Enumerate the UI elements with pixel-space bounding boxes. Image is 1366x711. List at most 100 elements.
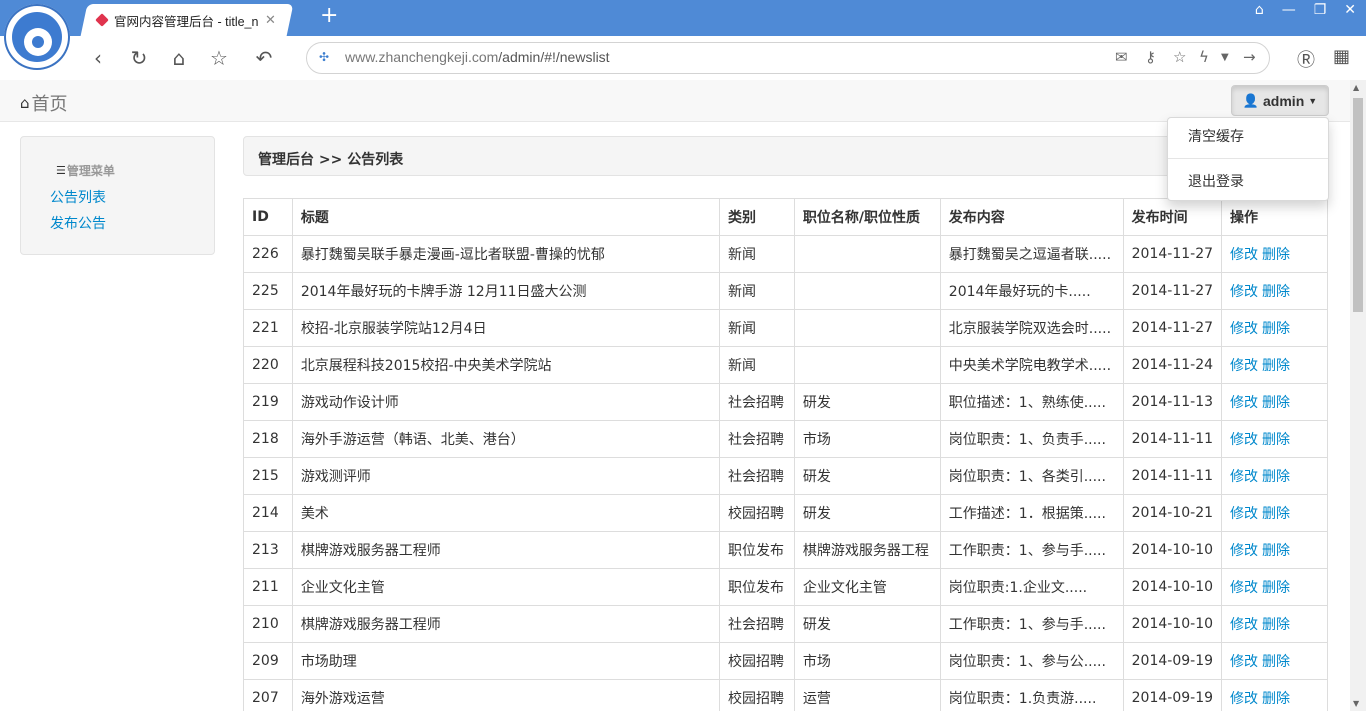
cell-position: [793, 309, 941, 347]
delete-link[interactable]: 删除: [1262, 654, 1290, 670]
tab-title: 官网内容管理后台 - title_n: [114, 14, 259, 29]
delete-link[interactable]: 删除: [1262, 247, 1290, 263]
sidebar-item-notice-list[interactable]: 公告列表: [50, 187, 106, 207]
bookmark-star-icon[interactable]: ☆: [207, 46, 231, 70]
cell-category: 新闻: [718, 346, 795, 384]
skin-icon[interactable]: ⌂: [1255, 2, 1264, 18]
undo-icon[interactable]: ↶: [252, 46, 276, 70]
scrollbar-thumb[interactable]: [1353, 98, 1363, 312]
cell-position: 企业文化主管: [793, 568, 941, 606]
top-navbar: ⌂ 首页 👤 admin ▼ 清空缓存 退出登录: [0, 80, 1350, 201]
cell-ops: 修改 删除: [1221, 420, 1328, 458]
brand-home-link[interactable]: ⌂ 首页: [20, 90, 68, 116]
delete-link[interactable]: 删除: [1262, 580, 1290, 596]
cell-date: 2014-10-21: [1122, 494, 1223, 532]
delete-link[interactable]: 删除: [1262, 395, 1290, 411]
table-row: 226 暴打魏蜀吴联手暴走漫画-逗比者联盟-曹操的忧郁 新闻 暴打魏蜀吴之逗逼者联..…: [243, 235, 1328, 273]
edit-link[interactable]: 修改: [1230, 691, 1258, 707]
cell-date: 2014-11-24: [1122, 346, 1223, 384]
cell-category: 新闻: [718, 309, 795, 347]
delete-link[interactable]: 删除: [1262, 284, 1290, 300]
close-button[interactable]: ✕: [1344, 2, 1356, 18]
delete-link[interactable]: 删除: [1262, 469, 1290, 485]
col-header-ops: 操作: [1221, 198, 1328, 236]
cell-id: 226: [243, 235, 293, 273]
mail-icon[interactable]: ✉: [1115, 48, 1128, 66]
delete-link[interactable]: 删除: [1262, 506, 1290, 522]
cell-title: 海外游戏运营: [291, 679, 720, 711]
delete-link[interactable]: 删除: [1262, 432, 1290, 448]
cell-content: 岗位职责：1、负责手.....: [939, 420, 1124, 458]
delete-link[interactable]: 删除: [1262, 358, 1290, 374]
address-bar[interactable]: ✣ www.zhanchengkeji.com/admin/#!/newslis…: [306, 42, 1270, 74]
edit-link[interactable]: 修改: [1230, 506, 1258, 522]
edit-link[interactable]: 修改: [1230, 395, 1258, 411]
dropdown-arrow-icon[interactable]: ▼: [1221, 52, 1229, 63]
new-tab-button[interactable]: +: [320, 4, 338, 28]
go-arrow-icon[interactable]: →: [1243, 48, 1256, 66]
edit-link[interactable]: 修改: [1230, 247, 1258, 263]
table-row: 209 市场助理 校园招聘 市场 岗位职责：1、参与公..... 2014-09-19 修改…: [243, 642, 1328, 680]
page-scrollbar[interactable]: ▲ ▼: [1350, 80, 1366, 711]
logout-item[interactable]: 退出登录: [1168, 165, 1328, 199]
cell-date: 2014-10-10: [1122, 605, 1223, 643]
address-url[interactable]: www.zhanchengkeji.com/admin/#!/newslist: [345, 49, 610, 65]
cell-content: 中央美术学院电教学术.....: [939, 346, 1124, 384]
tab-close-icon[interactable]: ✕: [265, 13, 276, 28]
delete-link[interactable]: 删除: [1262, 321, 1290, 337]
maximize-button[interactable]: ❐: [1314, 2, 1327, 18]
delete-link[interactable]: 删除: [1262, 691, 1290, 707]
cell-id: 211: [243, 568, 293, 606]
edit-link[interactable]: 修改: [1230, 358, 1258, 374]
key-icon[interactable]: ⚷: [1145, 48, 1156, 66]
cell-title: 企业文化主管: [291, 568, 720, 606]
home-page-icon[interactable]: ⌂: [167, 46, 191, 70]
page-content: ⌂ 首页 👤 admin ▼ 清空缓存 退出登录 ☰ 管理菜单 公告列表 发布公…: [0, 80, 1350, 711]
browser-tab[interactable]: 官网内容管理后台 - title_n ✕: [95, 4, 286, 36]
sidebar-item-publish-notice[interactable]: 发布公告: [50, 213, 106, 233]
delete-link[interactable]: 删除: [1262, 543, 1290, 559]
lightning-icon[interactable]: ϟ: [1199, 48, 1209, 66]
cell-ops: 修改 删除: [1221, 235, 1328, 273]
cell-title: 北京展程科技2015校招-中央美术学院站: [291, 346, 720, 384]
minimize-button[interactable]: —: [1282, 2, 1296, 18]
clear-cache-item[interactable]: 清空缓存: [1168, 120, 1328, 154]
edit-link[interactable]: 修改: [1230, 469, 1258, 485]
col-header-id: ID: [243, 198, 293, 236]
edit-link[interactable]: 修改: [1230, 284, 1258, 300]
table-row: 219 游戏动作设计师 社会招聘 研发 职位描述：1、熟练使..... 2014-11-1…: [243, 383, 1328, 421]
edit-link[interactable]: 修改: [1230, 580, 1258, 596]
delete-link[interactable]: 删除: [1262, 617, 1290, 633]
favorite-star-icon[interactable]: ☆: [1173, 48, 1186, 66]
edit-link[interactable]: 修改: [1230, 321, 1258, 337]
home-icon: ⌂: [20, 94, 30, 112]
cell-title: 海外手游运营（韩语、北美、港台）: [291, 420, 720, 458]
edit-link[interactable]: 修改: [1230, 543, 1258, 559]
refresh-icon[interactable]: ↻: [127, 46, 151, 70]
edit-link[interactable]: 修改: [1230, 654, 1258, 670]
edit-link[interactable]: 修改: [1230, 617, 1258, 633]
cell-date: 2014-10-10: [1122, 568, 1223, 606]
cell-position: 研发: [793, 383, 941, 421]
scroll-up-icon[interactable]: ▲: [1353, 83, 1359, 92]
cell-category: 社会招聘: [718, 420, 795, 458]
cell-ops: 修改 删除: [1221, 383, 1328, 421]
cell-category: 职位发布: [718, 568, 795, 606]
sidebar: ☰ 管理菜单 公告列表 发布公告: [20, 136, 215, 255]
edit-link[interactable]: 修改: [1230, 432, 1258, 448]
table-row: 221 校招-北京服装学院站12月4日 新闻 北京服装学院双选会时..... 2014-…: [243, 309, 1328, 347]
cell-position: 研发: [793, 605, 941, 643]
back-icon[interactable]: ‹: [86, 46, 110, 70]
table-body: 226 暴打魏蜀吴联手暴走漫画-逗比者联盟-曹操的忧郁 新闻 暴打魏蜀吴之逗逼者联..…: [243, 235, 1328, 711]
user-menu-button[interactable]: 👤 admin ▼: [1231, 85, 1329, 116]
cell-content: 工作职责：1、参与手.....: [939, 605, 1124, 643]
cell-ops: 修改 删除: [1221, 642, 1328, 680]
browser-logo-icon[interactable]: [4, 4, 70, 70]
sidebar-header: ☰ 管理菜单: [56, 162, 115, 179]
window-controls: ⌂ — ❐ ✕: [1255, 2, 1356, 18]
scroll-down-icon[interactable]: ▼: [1353, 699, 1359, 708]
apps-grid-icon[interactable]: ▦: [1333, 46, 1350, 72]
cell-id: 213: [243, 531, 293, 569]
extension-r-icon[interactable]: Ⓡ: [1297, 46, 1315, 72]
cell-category: 校园招聘: [718, 642, 795, 680]
